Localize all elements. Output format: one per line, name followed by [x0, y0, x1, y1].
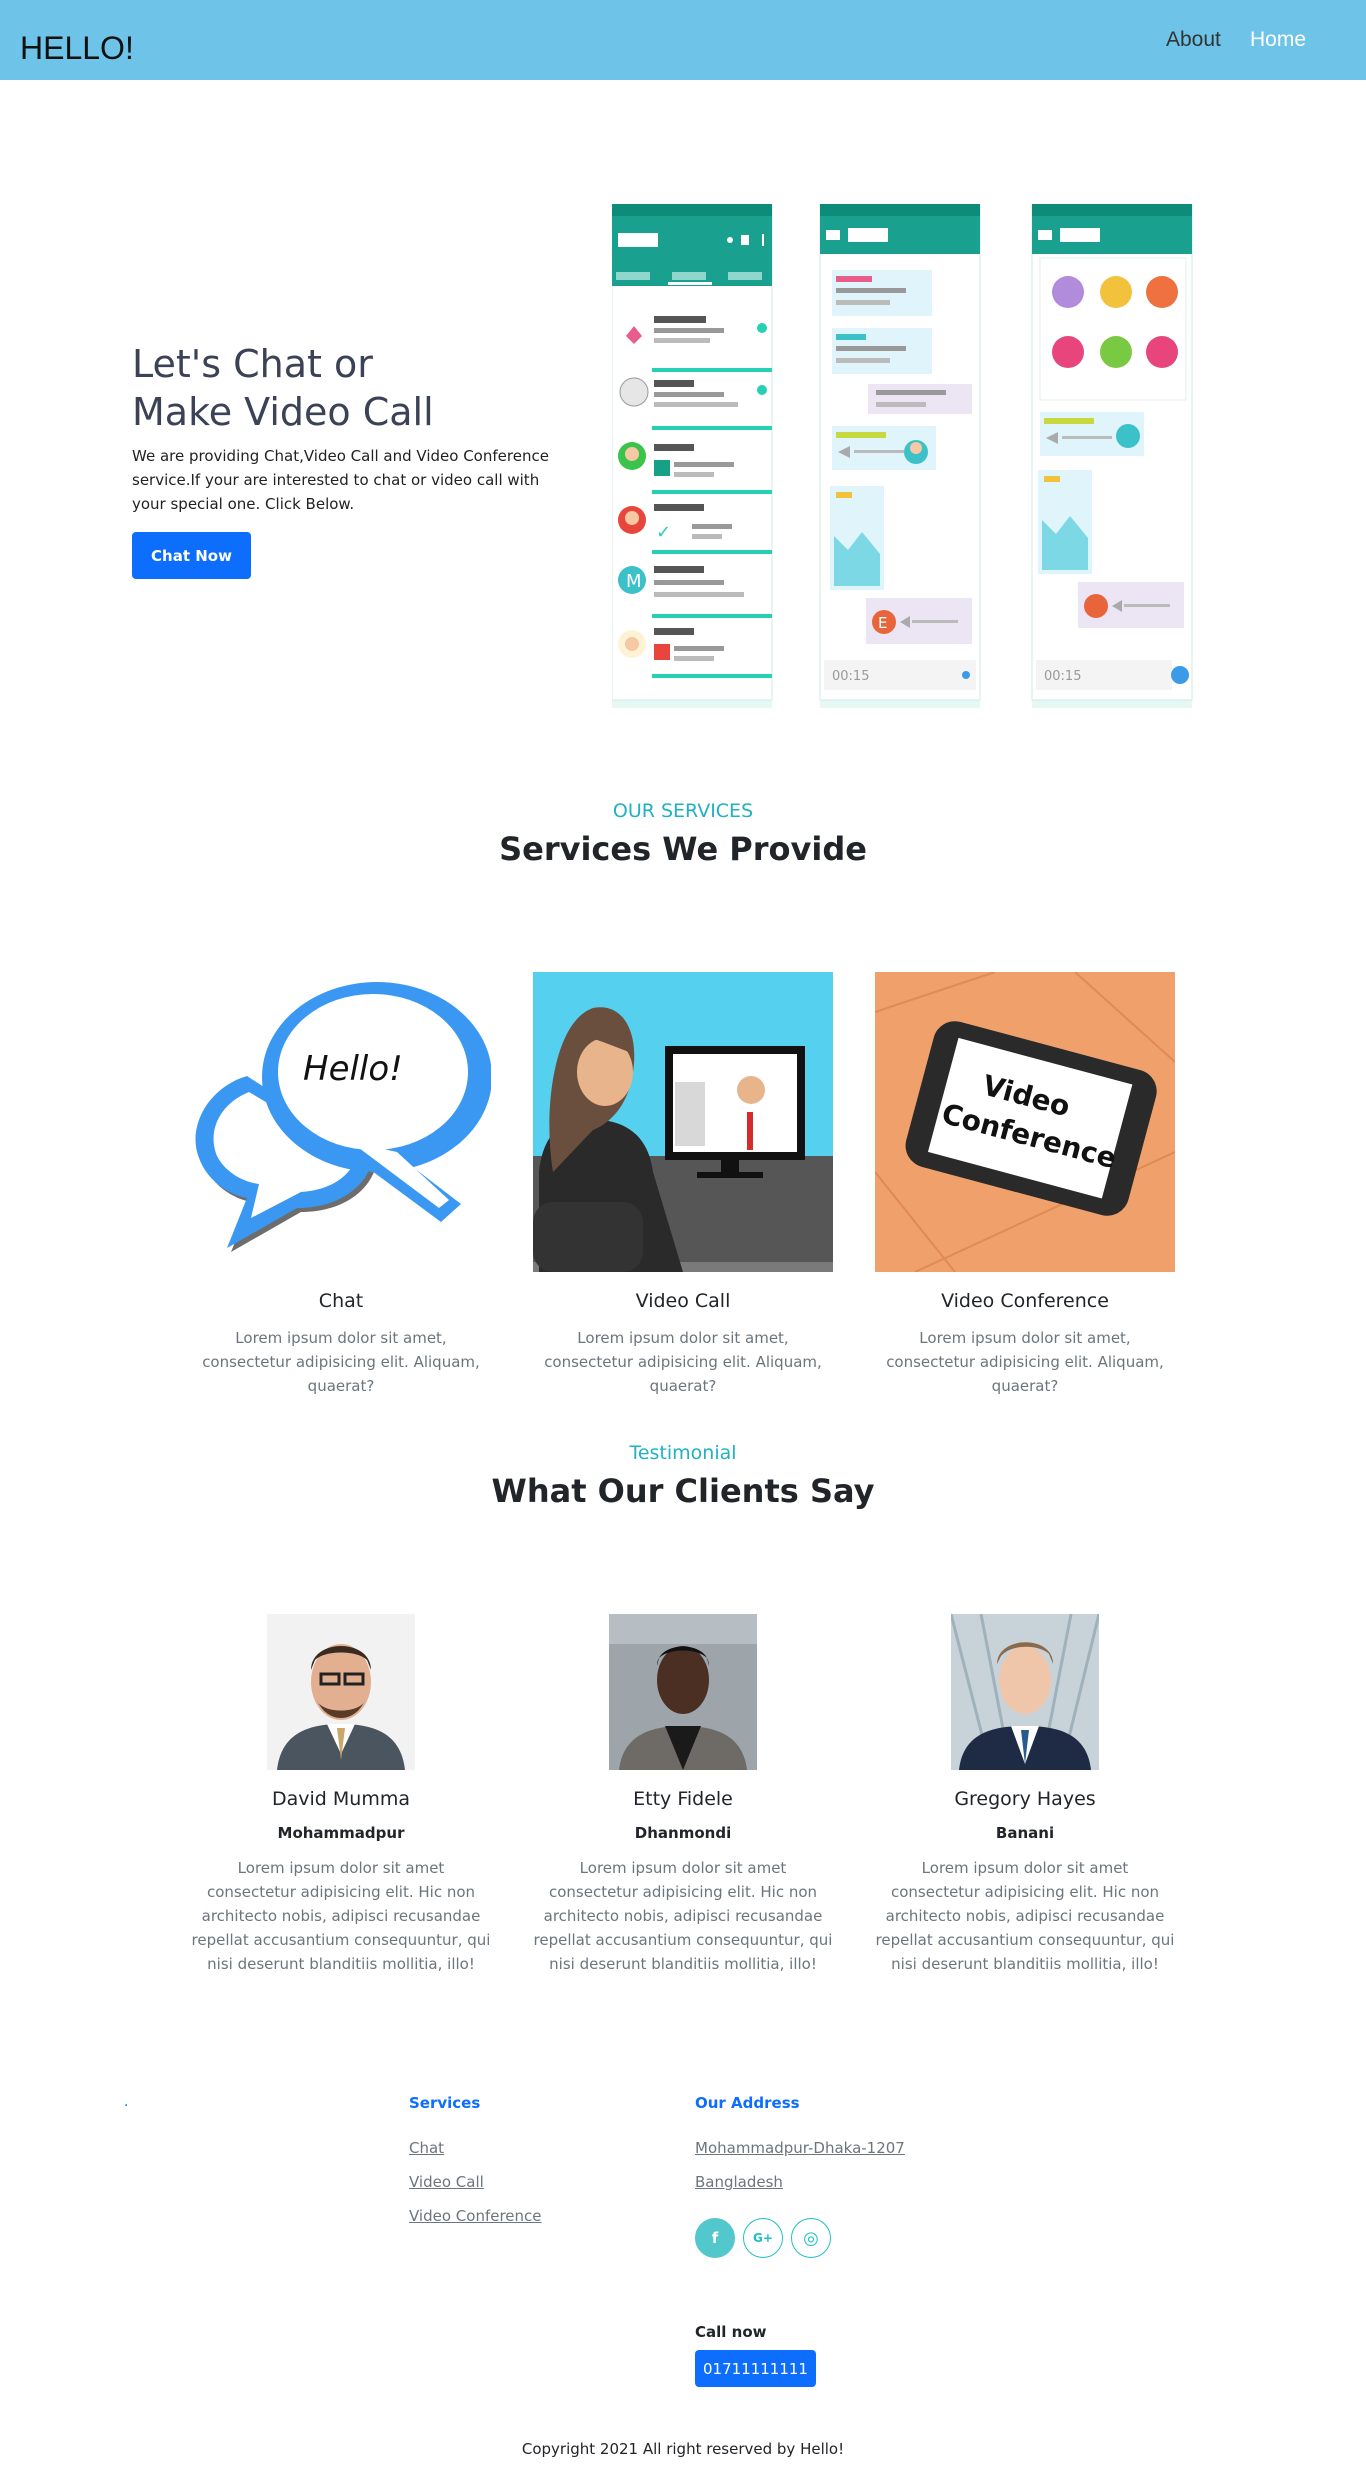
phone-chat-conversation: E 00:15	[819, 204, 981, 708]
footer-services-heading: Services	[409, 2094, 481, 2112]
call-now-label: Call now	[695, 2323, 767, 2341]
navbar: HELLO! About Home	[0, 0, 1366, 80]
hero-phones-illustration: ✓ M E 00:15 00:15	[612, 204, 1193, 708]
testimonial-title: What Our Clients Say	[491, 1472, 875, 1510]
avatar	[609, 1614, 757, 1770]
service-card-video-call: Video Call Lorem ipsum dolor sit amet, c…	[533, 972, 833, 1398]
hero-title-line1: Let's Chat or	[132, 342, 373, 386]
service-card-chat: Hello! Chat Lorem ipsum dolor sit amet, …	[191, 972, 491, 1398]
video-call-image	[533, 972, 833, 1272]
services-eyebrow: OUR SERVICES	[612, 800, 754, 822]
phone-timer-1: 00:15	[832, 669, 869, 684]
footer-link-video-call[interactable]: Video Call	[409, 2173, 484, 2191]
chat-now-button[interactable]: Chat Now	[132, 532, 251, 579]
testimonial-card-3: Gregory Hayes Banani Lorem ipsum dolor s…	[875, 1614, 1175, 1976]
service-title-chat: Chat	[318, 1290, 364, 1312]
hero-description: We are providing Chat,Video Call and Vid…	[132, 447, 549, 513]
chat-image-text: Hello!	[303, 1049, 403, 1089]
google-plus-icon[interactable]: G+	[743, 2218, 783, 2258]
testimonial-card-2: Etty Fidele Dhanmondi Lorem ipsum dolor …	[533, 1614, 833, 1976]
hero-title: Let's Chat or Make Video Call	[132, 340, 532, 436]
testimonial-text-2: Lorem ipsum dolor sit amet consectetur a…	[533, 1859, 833, 1973]
testimonial-location-3: Banani	[995, 1824, 1055, 1842]
testimonial-location-2: Dhanmondi	[634, 1824, 732, 1842]
svg-text:✓: ✓	[656, 522, 671, 543]
service-text-chat: Lorem ipsum dolor sit amet, consectetur …	[202, 1329, 480, 1395]
service-title-video-conference: Video Conference	[941, 1290, 1109, 1312]
phone-number-button[interactable]: 01711111111	[695, 2350, 816, 2387]
chat-image: Hello!	[191, 972, 491, 1272]
footer-address-line-2[interactable]: Bangladesh	[695, 2173, 783, 2191]
brand-logo[interactable]: HELLO!	[20, 30, 134, 67]
service-text-video-call: Lorem ipsum dolor sit amet, consectetur …	[544, 1329, 822, 1395]
service-card-video-conference: Video Conference Video Conference Lorem …	[875, 972, 1175, 1398]
service-text-video-conference: Lorem ipsum dolor sit amet, consectetur …	[886, 1329, 1164, 1395]
footer-logo-dot: .	[124, 2094, 129, 2110]
phone-timer-2: 00:15	[1044, 669, 1081, 684]
nav-link-home[interactable]: Home	[1250, 28, 1306, 52]
footer-link-video-conference[interactable]: Video Conference	[409, 2207, 542, 2225]
testimonial-eyebrow: Testimonial	[629, 1442, 737, 1464]
hero-title-line2: Make Video Call	[132, 390, 434, 434]
instagram-icon[interactable]: ◎	[791, 2218, 831, 2258]
facebook-icon[interactable]: f	[695, 2218, 735, 2258]
footer-address-heading: Our Address	[695, 2094, 800, 2112]
testimonial-card-1: David Mumma Mohammadpur Lorem ipsum dolo…	[191, 1614, 491, 1976]
testimonial-text-1: Lorem ipsum dolor sit amet consectetur a…	[191, 1859, 491, 1973]
service-title-video-call: Video Call	[635, 1290, 731, 1312]
avatar-letter-m: M	[626, 571, 642, 592]
avatar-letter-e: E	[878, 614, 887, 632]
footer-link-chat[interactable]: Chat	[409, 2139, 444, 2157]
footer-address-line-1[interactable]: Mohammadpur-Dhaka-1207	[695, 2139, 905, 2157]
nav-link-about[interactable]: About	[1166, 28, 1221, 52]
testimonial-name-1: David Mumma	[272, 1788, 410, 1810]
video-conference-image: Video Conference	[875, 972, 1175, 1272]
testimonial-name-3: Gregory Hayes	[954, 1788, 1096, 1810]
phone-attachments: 00:15	[1031, 204, 1193, 708]
testimonial-location-1: Mohammadpur	[277, 1824, 405, 1842]
copyright-text: Copyright 2021 All right reserved by Hel…	[521, 2440, 845, 2458]
avatar	[267, 1614, 415, 1770]
avatar	[951, 1614, 1099, 1770]
testimonial-text-3: Lorem ipsum dolor sit amet consectetur a…	[875, 1859, 1175, 1973]
services-title: Services We Provide	[499, 830, 867, 868]
testimonial-name-2: Etty Fidele	[633, 1788, 733, 1810]
phone-chat-list: ✓ M	[612, 204, 773, 708]
